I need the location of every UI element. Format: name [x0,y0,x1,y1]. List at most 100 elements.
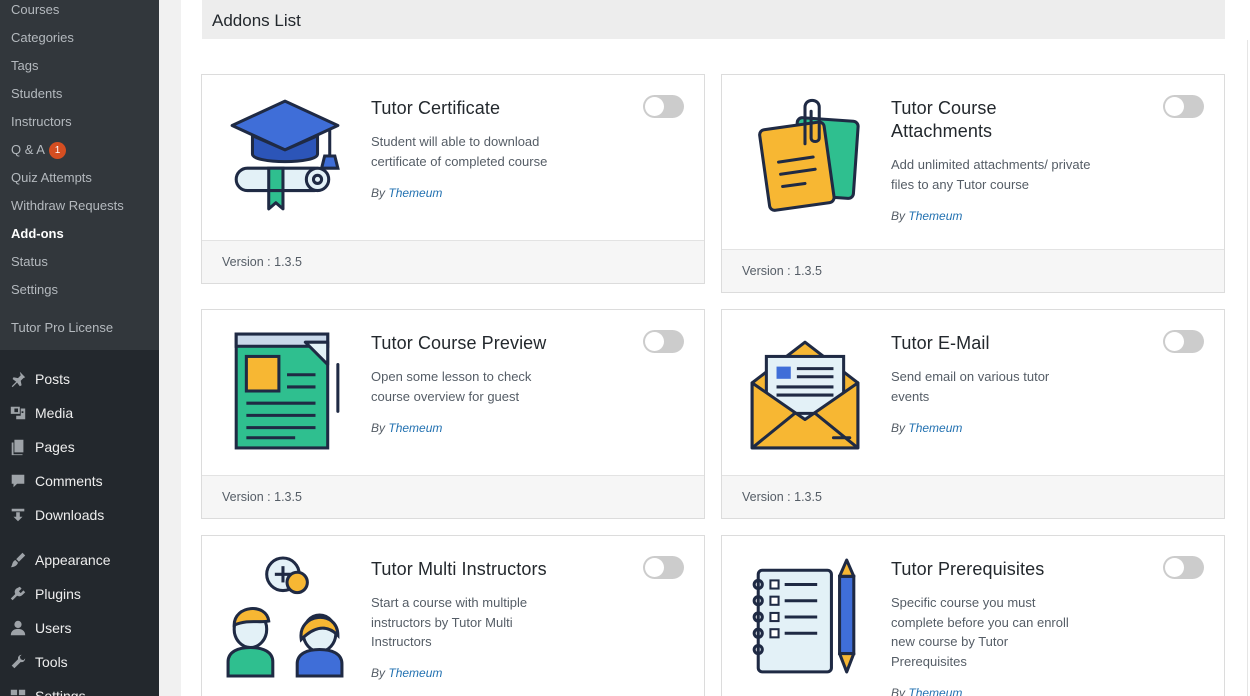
menu-item-appearance[interactable]: Appearance [0,543,159,577]
submenu-item-courses[interactable]: Courses [0,0,159,26]
addon-card-email: Tutor E-Mail Send email on various tutor… [721,309,1225,519]
pin-icon [8,369,28,389]
submenu-item-categories[interactable]: Categories [0,26,159,54]
media-icon [8,403,28,423]
menu-item-users[interactable]: Users [0,611,159,645]
menu-item-downloads[interactable]: Downloads [0,498,159,532]
author-link[interactable]: Themeum [388,421,442,435]
author-link[interactable]: Themeum [388,666,442,680]
menu-item-label: Plugins [35,586,81,602]
addon-title: Tutor Course Attachments [891,98,997,141]
author-link[interactable]: Themeum [908,421,962,435]
addons-content: Addons List Tutor Certificate Student wi… [181,0,1250,696]
author-link[interactable]: Themeum [908,686,962,696]
submenu-item-instructors[interactable]: Instructors [0,110,159,138]
admin-sidebar: Courses Categories Tags Students Instruc… [0,0,159,696]
settings-icon [8,686,28,696]
comments-icon [8,471,28,491]
menu-item-pages[interactable]: Pages [0,430,159,464]
addon-title: Tutor E-Mail [891,333,990,353]
menu-item-tools[interactable]: Tools [0,645,159,679]
menu-item-posts[interactable]: Posts [0,362,159,396]
menu-item-label: Pages [35,439,75,455]
addon-title: Tutor Prerequisites [891,559,1045,579]
submenu-item-quiz-attempts[interactable]: Quiz Attempts [0,166,159,194]
menu-item-label: Settings [35,688,86,696]
addon-enable-toggle[interactable] [1163,556,1204,579]
submenu-item-pro-license[interactable]: Tutor Pro License [0,316,159,344]
submenu-item-qa[interactable]: Q & A1 [0,138,159,166]
addon-enable-toggle[interactable] [1163,95,1204,118]
addon-version: Version : 1.3.5 [722,475,1224,518]
page-title: Addons List [212,11,301,30]
addon-description: Specific course you must complete before… [891,595,1069,669]
addon-author: By Themeum [371,421,442,435]
menu-item-label: Appearance [35,552,111,568]
qa-count-badge: 1 [48,142,66,159]
addon-description: Student will able to download certificat… [371,134,548,169]
submenu-item-label: Q & A [11,142,45,157]
addon-description: Open some lesson to check course overvie… [371,369,532,404]
addon-enable-toggle[interactable] [643,556,684,579]
tools-icon [8,652,28,672]
addon-version: Version : 1.3.5 [202,475,704,518]
addon-description: Send email on various tutor events [891,369,1050,404]
menu-item-label: Users [35,620,72,636]
submenu-item-withdraw-requests[interactable]: Withdraw Requests [0,194,159,222]
submenu-item-addons[interactable]: Add-ons [0,222,159,250]
menu-item-label: Tools [35,654,68,670]
document-preview-icon [224,330,346,452]
checklist-icon [744,556,866,678]
submenu-item-students[interactable]: Students [0,82,159,110]
menu-item-plugins[interactable]: Plugins [0,577,159,611]
addons-header: Addons List [202,0,1225,39]
menu-item-label: Downloads [35,507,105,523]
addon-author: By Themeum [371,186,442,200]
addon-description: Add unlimited attachments/ private files… [891,157,1091,192]
addon-card-course-preview: Tutor Course Preview Open some lesson to… [201,309,705,519]
author-prefix: By [891,209,906,223]
addon-version: Version : 1.3.5 [202,240,704,283]
addon-card-certificate: Tutor Certificate Student will able to d… [201,74,705,284]
author-prefix: By [891,686,906,696]
addon-card-prerequisites: Tutor Prerequisites Specific course you … [721,535,1225,696]
addon-enable-toggle[interactable] [1163,330,1204,353]
menu-item-media[interactable]: Media [0,396,159,430]
addon-title: Tutor Multi Instructors [371,559,547,579]
author-prefix: By [371,666,386,680]
addon-card-multi-instructors: Tutor Multi Instructors Start a course w… [201,535,705,696]
pages-icon [8,437,28,457]
menu-item-settings[interactable]: Settings [0,679,159,696]
users-icon [8,618,28,638]
submenu-item-status[interactable]: Status [0,250,159,278]
addon-title: Tutor Course Preview [371,333,547,353]
admin-main-menu: Posts Media Pages Comments Downloads App… [0,350,159,696]
author-link[interactable]: Themeum [908,209,962,223]
addon-version: Version : 1.3.5 [722,249,1224,292]
graduation-cap-icon [224,95,346,217]
sticky-note-icon [744,95,866,217]
tutor-submenu: Courses Categories Tags Students Instruc… [0,0,159,350]
submenu-item-settings[interactable]: Settings [0,278,159,306]
addon-enable-toggle[interactable] [643,95,684,118]
downloads-icon [8,505,28,525]
author-prefix: By [371,186,386,200]
menu-item-label: Posts [35,371,71,387]
addon-enable-toggle[interactable] [643,330,684,353]
scrollbar-track [1247,40,1248,696]
appearance-icon [8,550,28,570]
addon-card-attachments: Tutor Course Attachments Add unlimited a… [721,74,1225,293]
author-prefix: By [371,421,386,435]
addon-title: Tutor Certificate [371,98,501,118]
addon-author: By Themeum [891,686,962,696]
multi-instructors-icon [224,556,346,678]
author-prefix: By [891,421,906,435]
menu-item-comments[interactable]: Comments [0,464,159,498]
submenu-item-tags[interactable]: Tags [0,54,159,82]
author-link[interactable]: Themeum [388,186,442,200]
addon-author: By Themeum [891,209,962,223]
addon-description: Start a course with multiple instructors… [371,595,528,649]
addon-author: By Themeum [371,666,442,680]
envelope-icon [744,330,866,452]
plugins-icon [8,584,28,604]
